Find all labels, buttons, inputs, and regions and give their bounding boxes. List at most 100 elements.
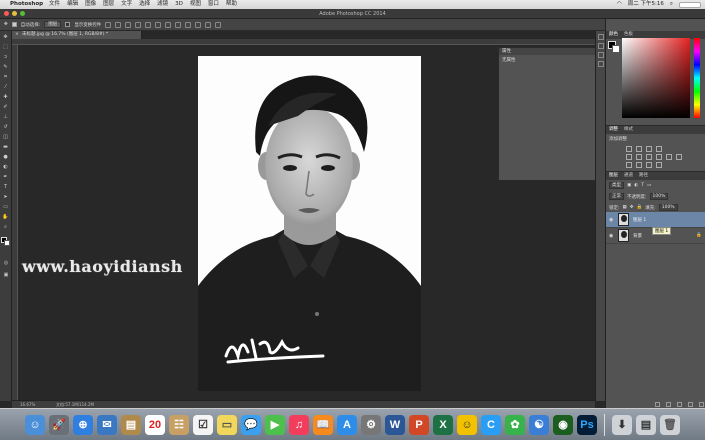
- marquee-tool-icon[interactable]: ⬚: [2, 43, 10, 51]
- documents-icon[interactable]: ▤: [636, 414, 656, 435]
- menu-select[interactable]: 选择: [139, 0, 150, 9]
- filter-pixel-icon[interactable]: ▣: [627, 183, 631, 188]
- facetime-icon[interactable]: ▶: [265, 414, 285, 435]
- color-picker-field[interactable]: [622, 38, 690, 118]
- move-tool-icon[interactable]: ✥: [2, 33, 10, 41]
- appstore-icon[interactable]: A: [337, 414, 357, 435]
- vibrance-adjust-icon[interactable]: [626, 154, 632, 160]
- lock-pixels-icon[interactable]: ▦: [623, 205, 627, 210]
- finder-icon[interactable]: ☺: [25, 414, 45, 435]
- layer-kind-filter[interactable]: 类型: [609, 182, 624, 189]
- wechat-icon[interactable]: ✿: [505, 414, 525, 435]
- distribute-center-icon[interactable]: [205, 21, 212, 28]
- close-tab-icon[interactable]: ×: [15, 31, 19, 39]
- tab-color[interactable]: 颜色: [609, 31, 618, 39]
- menu-3d[interactable]: 3D: [175, 0, 183, 9]
- paragraph-panel-icon[interactable]: [597, 61, 604, 67]
- align-middle-icon[interactable]: [115, 21, 122, 28]
- layer-style-icon[interactable]: [666, 402, 671, 407]
- lasso-tool-icon[interactable]: ↄ: [2, 53, 10, 61]
- portrait-photo[interactable]: [198, 56, 421, 391]
- invert-adjust-icon[interactable]: [626, 162, 632, 168]
- clone-stamp-tool-icon[interactable]: ⊥: [2, 113, 10, 121]
- tab-styles[interactable]: 样式: [624, 126, 633, 134]
- threshold-adjust-icon[interactable]: [646, 162, 652, 168]
- align-left-icon[interactable]: [135, 21, 142, 28]
- clock[interactable]: 周二 下午5:16: [628, 0, 664, 9]
- system-settings-icon[interactable]: ⚙: [361, 414, 381, 435]
- background-color-box[interactable]: [612, 45, 620, 53]
- quick-select-tool-icon[interactable]: ✎: [2, 63, 10, 71]
- tab-adjustments[interactable]: 调整: [609, 126, 618, 134]
- trash-icon[interactable]: 🗑: [660, 414, 680, 435]
- add-mask-icon[interactable]: [677, 402, 682, 407]
- launchpad-icon[interactable]: 🚀: [49, 414, 69, 435]
- distribute-right-icon[interactable]: [215, 21, 222, 28]
- blend-mode-dropdown[interactable]: 正常: [609, 193, 624, 200]
- auto-select-dropdown[interactable]: 图层: [44, 21, 62, 28]
- quick-mask-icon[interactable]: ◎: [2, 259, 10, 267]
- chrome-icon[interactable]: ◉: [553, 414, 573, 435]
- align-center-icon[interactable]: [145, 21, 152, 28]
- crop-tool-icon[interactable]: ⌗: [2, 73, 10, 81]
- lock-position-icon[interactable]: ✥: [630, 205, 634, 210]
- tab-layers[interactable]: 图层: [609, 172, 618, 180]
- reminders-icon[interactable]: ☑: [193, 414, 213, 435]
- stickies-icon[interactable]: ▭: [217, 414, 237, 435]
- mail-icon[interactable]: ✉: [97, 414, 117, 435]
- align-bottom-icon[interactable]: [125, 21, 132, 28]
- photo-filter-adjust-icon[interactable]: [666, 154, 672, 160]
- layer-row[interactable]: ◉ 图层 1: [606, 212, 705, 228]
- shape-tool-icon[interactable]: ▭: [2, 203, 10, 211]
- new-group-icon[interactable]: [699, 402, 704, 407]
- show-transform-checkbox[interactable]: [65, 22, 71, 27]
- layer-name[interactable]: 图层 1: [633, 217, 646, 223]
- dodge-tool-icon[interactable]: ◐: [2, 163, 10, 171]
- visibility-eye-icon[interactable]: ◉: [609, 233, 614, 239]
- brush-tool-icon[interactable]: ✐: [2, 103, 10, 111]
- distribute-left-icon[interactable]: [195, 21, 202, 28]
- downloads-icon[interactable]: ⬇: [612, 414, 632, 435]
- calendar-icon[interactable]: 20: [145, 414, 165, 435]
- minimize-window-button[interactable]: [12, 11, 17, 16]
- opacity-input[interactable]: 100%: [649, 193, 669, 200]
- pen-tool-icon[interactable]: ✒: [2, 173, 10, 181]
- properties-panel-icon[interactable]: [597, 43, 604, 49]
- distribute-top-icon[interactable]: [165, 21, 172, 28]
- menu-file[interactable]: 文件: [49, 0, 60, 9]
- menu-filter[interactable]: 滤镜: [157, 0, 168, 9]
- history-panel-icon[interactable]: [597, 34, 604, 40]
- hue-sat-adjust-icon[interactable]: [636, 154, 642, 160]
- powerpoint-icon[interactable]: P: [409, 414, 429, 435]
- link-layers-icon[interactable]: [655, 402, 660, 407]
- menubar-search-box[interactable]: [679, 2, 701, 8]
- bw-adjust-icon[interactable]: [656, 154, 662, 160]
- exposure-adjust-icon[interactable]: [656, 146, 662, 152]
- menu-window[interactable]: 窗口: [208, 0, 219, 9]
- gradient-map-adjust-icon[interactable]: [656, 162, 662, 168]
- type-tool-icon[interactable]: T: [2, 183, 10, 191]
- visibility-eye-icon[interactable]: ◉: [609, 217, 614, 223]
- menu-edit[interactable]: 编辑: [67, 0, 78, 9]
- properties-panel-title[interactable]: 属性: [499, 48, 603, 55]
- notes-icon[interactable]: ▤: [121, 414, 141, 435]
- brightness-adjust-icon[interactable]: [626, 146, 632, 152]
- distribute-bottom-icon[interactable]: [185, 21, 192, 28]
- screen-mode-icon[interactable]: ▣: [2, 271, 10, 279]
- excel-icon[interactable]: X: [433, 414, 453, 435]
- align-right-icon[interactable]: [155, 21, 162, 28]
- blur-tool-icon[interactable]: ●: [2, 153, 10, 161]
- menu-view[interactable]: 视图: [190, 0, 201, 9]
- filter-type-icon[interactable]: T: [641, 183, 644, 188]
- close-window-button[interactable]: [4, 11, 9, 16]
- music-icon[interactable]: ♫: [289, 414, 309, 435]
- document-tab[interactable]: × 未标题.jpg @ 16.7% (图层 1, RGB/8#) *: [12, 31, 142, 39]
- qq-icon[interactable]: ☺: [457, 414, 477, 435]
- auto-select-checkbox[interactable]: [11, 22, 17, 27]
- color-balance-adjust-icon[interactable]: [646, 154, 652, 160]
- gradient-tool-icon[interactable]: ▬: [2, 143, 10, 151]
- history-brush-tool-icon[interactable]: ↺: [2, 123, 10, 131]
- eraser-tool-icon[interactable]: ◫: [2, 133, 10, 141]
- messages-icon[interactable]: 💬: [241, 414, 261, 435]
- hue-slider[interactable]: [694, 38, 700, 118]
